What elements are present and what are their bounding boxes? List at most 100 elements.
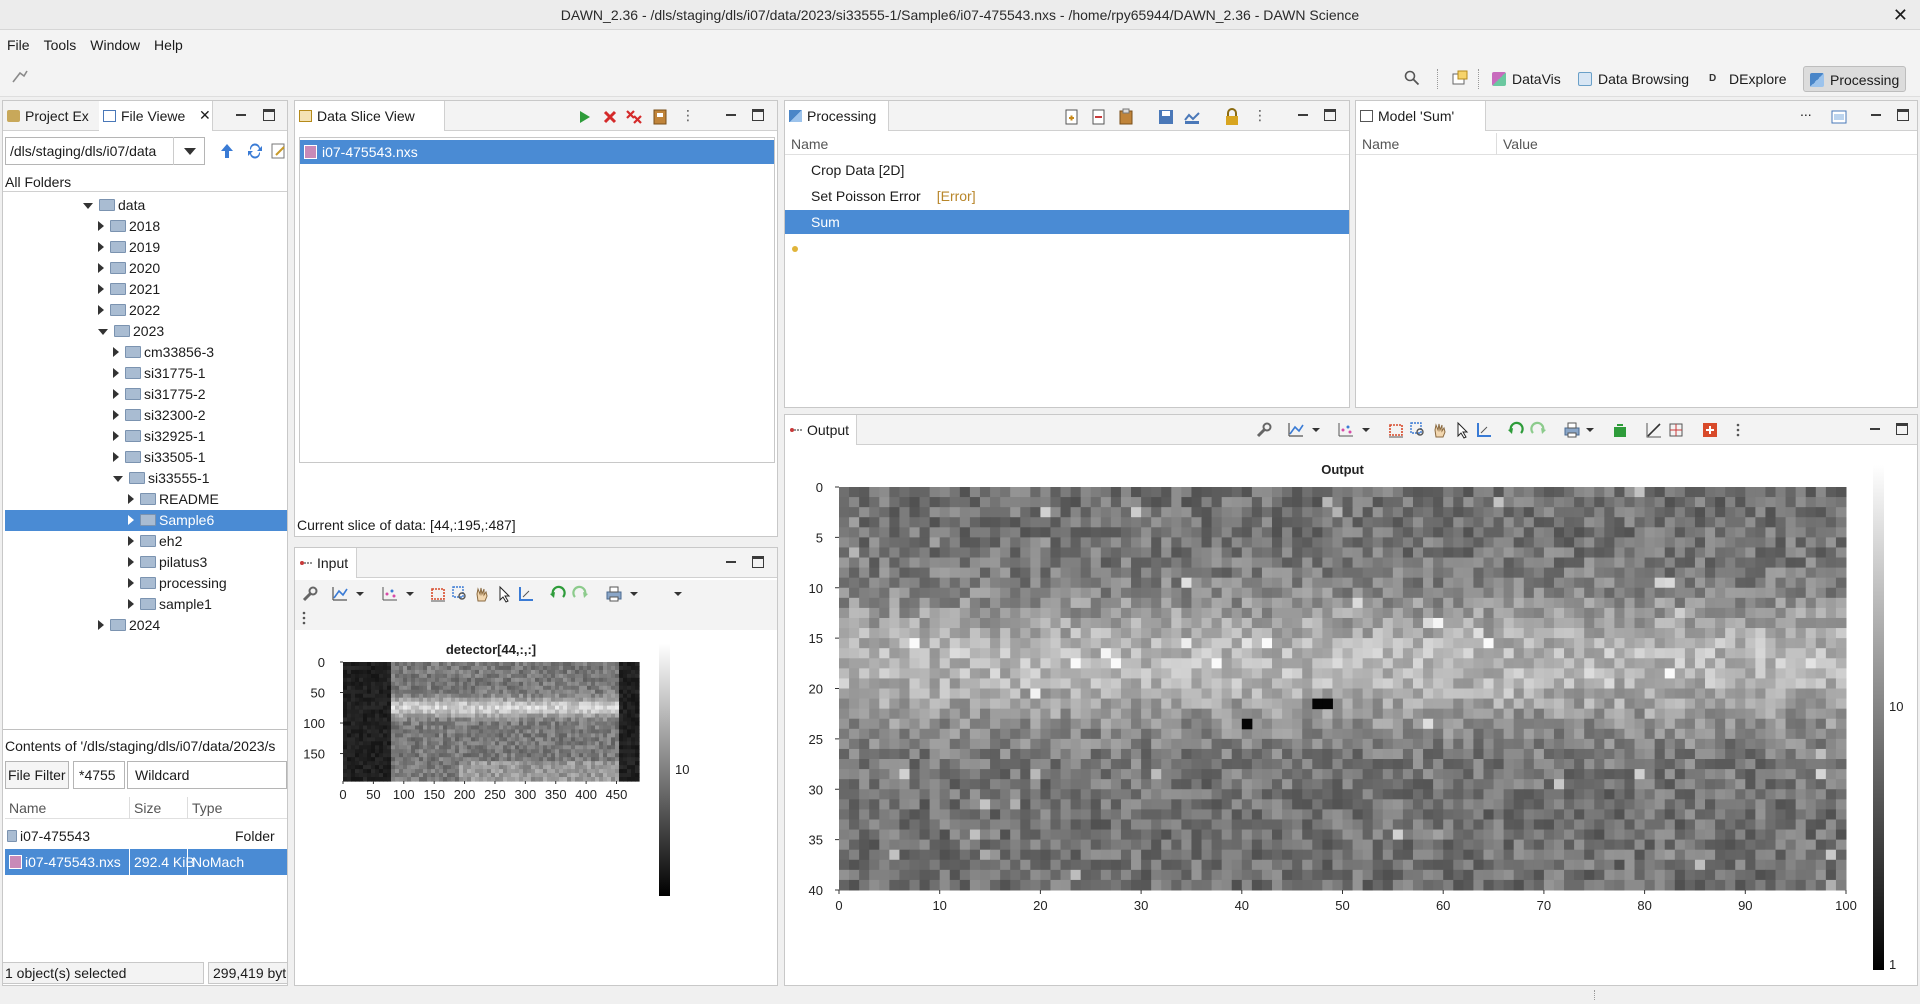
chevron-down-icon[interactable]: [351, 585, 369, 603]
add-row-marker[interactable]: [792, 246, 798, 252]
expand-arrow-icon[interactable]: [98, 221, 104, 231]
file-filter-input[interactable]: *4755: [73, 761, 125, 789]
tree-item-2024[interactable]: 2024: [3, 615, 160, 636]
pointer-icon[interactable]: [1453, 421, 1471, 439]
minimize-icon[interactable]: [1870, 109, 1882, 121]
menu-tools[interactable]: Tools: [37, 30, 84, 60]
add-operation-icon[interactable]: [1063, 108, 1081, 126]
close-window-icon[interactable]: ✕: [1893, 0, 1908, 30]
lock-icon[interactable]: [1223, 108, 1241, 126]
expand-arrow-icon[interactable]: [113, 347, 119, 357]
tab-project-explorer[interactable]: Project Ex: [3, 101, 98, 131]
output-heatmap-chart[interactable]: Output0 10 20 30 40 50 60 70 80 90 100051015202530…: [795, 457, 1913, 977]
tree-item-2021[interactable]: 2021: [3, 279, 160, 300]
undo-icon[interactable]: [549, 585, 567, 603]
line-plot-icon[interactable]: [331, 585, 349, 603]
print-icon[interactable]: [605, 585, 623, 603]
tree-item-si32925-1[interactable]: si32925-1: [3, 426, 206, 447]
tab-file-viewer[interactable]: File Viewe: [99, 101, 213, 131]
view-menu-icon[interactable]: [1729, 421, 1747, 439]
run-icon[interactable]: [575, 108, 593, 126]
clipboard-icon[interactable]: [1117, 108, 1135, 126]
edit-icon[interactable]: [271, 143, 287, 159]
minimize-icon[interactable]: [235, 109, 247, 121]
expand-arrow-icon[interactable]: [113, 452, 119, 462]
column-name[interactable]: Name: [791, 136, 828, 152]
tree-item-si33505-1[interactable]: si33505-1: [3, 447, 206, 468]
column-value[interactable]: Value: [1496, 133, 1538, 155]
perspective-data-browsing[interactable]: Data Browsing: [1572, 66, 1695, 92]
expand-arrow-icon[interactable]: [113, 389, 119, 399]
zoom-icon[interactable]: [451, 585, 469, 603]
expand-arrow-icon[interactable]: [98, 284, 104, 294]
chevron-down-icon[interactable]: [401, 585, 419, 603]
tree-item-readme[interactable]: README: [3, 489, 219, 510]
more-options-button[interactable]: ...: [1800, 103, 1812, 119]
collapse-arrow-icon[interactable]: [98, 329, 108, 335]
redo-icon[interactable]: [571, 585, 589, 603]
tree-item-2020[interactable]: 2020: [3, 258, 160, 279]
tree-item-sample1[interactable]: sample1: [3, 594, 212, 615]
column-size[interactable]: Size: [129, 797, 161, 819]
expand-arrow-icon[interactable]: [113, 368, 119, 378]
wildcard-combo[interactable]: Wildcard: [127, 761, 287, 789]
list-item[interactable]: i07-475543.nxs: [300, 140, 774, 164]
axes-icon[interactable]: [1475, 421, 1493, 439]
diagonal-profile-icon[interactable]: [1645, 421, 1663, 439]
export-plot-icon[interactable]: [1611, 421, 1629, 439]
expand-arrow-icon[interactable]: [113, 431, 119, 441]
expand-arrow-icon[interactable]: [98, 242, 104, 252]
settings-icon[interactable]: [301, 585, 319, 603]
maximize-icon[interactable]: [752, 109, 764, 121]
perspective-processing[interactable]: Processing: [1803, 66, 1907, 92]
menu-file[interactable]: File: [0, 30, 37, 60]
tab-data-slice-view[interactable]: Data Slice View: [295, 101, 445, 131]
tree-item-2019[interactable]: 2019: [3, 237, 160, 258]
column-type[interactable]: Type: [187, 797, 222, 819]
tree-item-sample6[interactable]: Sample6: [5, 510, 287, 531]
tree-item-2023[interactable]: 2023: [3, 321, 164, 342]
model-view-icon[interactable]: [1830, 108, 1848, 126]
column-name[interactable]: Name: [9, 797, 46, 819]
expand-arrow-icon[interactable]: [113, 410, 119, 420]
tree-item-si31775-1[interactable]: si31775-1: [3, 363, 206, 384]
expand-arrow-icon[interactable]: [128, 599, 134, 609]
export-icon[interactable]: [651, 108, 669, 126]
minimize-icon[interactable]: [1869, 423, 1881, 435]
view-menu-icon[interactable]: [295, 609, 313, 627]
expand-arrow-icon[interactable]: [98, 263, 104, 273]
expand-arrow-icon[interactable]: [128, 536, 134, 546]
pointer-icon[interactable]: [495, 585, 513, 603]
collapse-arrow-icon[interactable]: [83, 203, 93, 209]
tree-item-2018[interactable]: 2018: [3, 216, 160, 237]
tree-item-si33555-1[interactable]: si33555-1: [3, 468, 210, 489]
view-menu-icon[interactable]: ⋮: [681, 108, 695, 122]
expand-arrow-icon[interactable]: [98, 305, 104, 315]
search-icon[interactable]: [1404, 70, 1420, 86]
maximize-icon[interactable]: [1896, 423, 1908, 435]
tab-input[interactable]: Input: [295, 548, 357, 578]
insert-operation-icon[interactable]: [1090, 108, 1108, 126]
tree-item-processing[interactable]: processing: [3, 573, 227, 594]
refresh-icon[interactable]: [247, 143, 263, 159]
operation-row[interactable]: Set Poisson Error [Error]: [785, 184, 1349, 208]
menu-help[interactable]: Help: [147, 30, 190, 60]
scatter-icon[interactable]: [381, 585, 399, 603]
minimize-icon[interactable]: [725, 556, 737, 568]
path-dropdown-button[interactable]: [173, 137, 205, 165]
expand-arrow-icon[interactable]: [98, 620, 104, 630]
roi-icon[interactable]: [1387, 421, 1405, 439]
tab-processing[interactable]: Processing: [785, 101, 889, 131]
operation-row[interactable]: Crop Data [2D]: [785, 158, 1349, 182]
save-icon[interactable]: [1157, 108, 1175, 126]
redo-icon[interactable]: [1529, 421, 1547, 439]
view-menu-icon[interactable]: ⋮: [1253, 108, 1267, 122]
chevron-down-icon[interactable]: [1357, 421, 1375, 439]
chevron-down-icon[interactable]: [1581, 421, 1599, 439]
operation-row[interactable]: Sum: [785, 210, 1349, 234]
menu-window[interactable]: Window: [83, 30, 147, 60]
tree-item-2022[interactable]: 2022: [3, 300, 160, 321]
expand-arrow-icon[interactable]: [128, 494, 134, 504]
table-row[interactable]: i07-475543 Folder: [5, 823, 287, 849]
column-name[interactable]: Name: [1362, 133, 1399, 155]
